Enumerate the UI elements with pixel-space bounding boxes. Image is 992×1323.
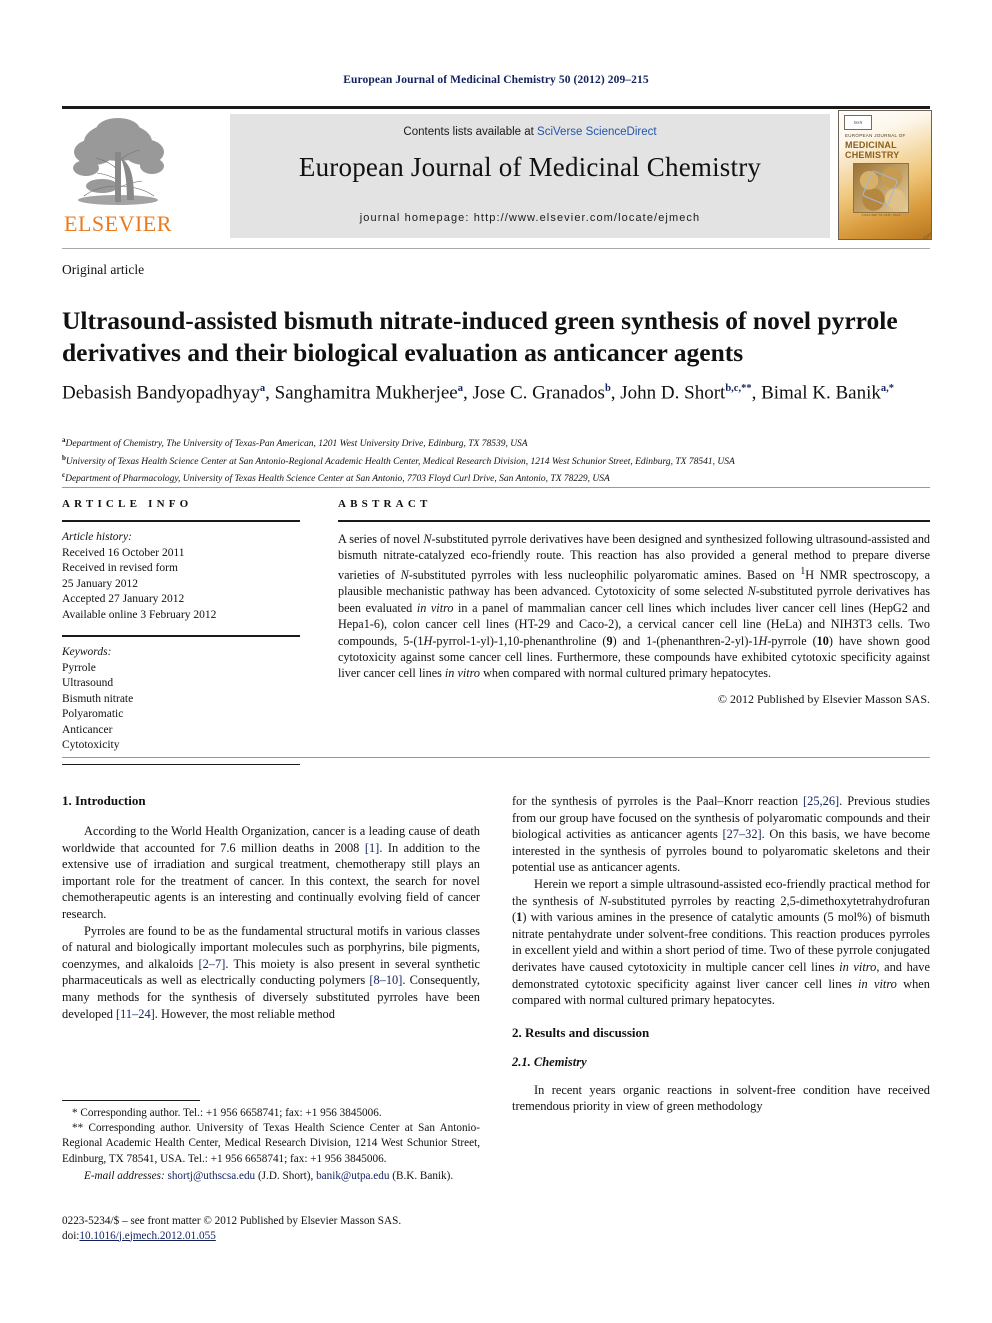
- affiliation-item: cDepartment of Pharmacology, University …: [62, 469, 942, 487]
- body-column-right: for the synthesis of pyrroles is the Paa…: [512, 793, 930, 1115]
- front-matter-line: 0223-5234/$ – see front matter © 2012 Pu…: [62, 1215, 402, 1227]
- intro-paragraph-2: Pyrroles are found to be as the fundamen…: [62, 923, 480, 1021]
- imprint-block: 0223-5234/$ – see front matter © 2012 Pu…: [62, 1214, 492, 1243]
- keyword-item: Cytotoxicity: [62, 739, 120, 751]
- chemistry-paragraph-1: In recent years organic reactions in sol…: [512, 1082, 930, 1114]
- article-info-rule: [62, 520, 300, 522]
- body-column-left: 1. Introduction According to the World H…: [62, 793, 480, 1022]
- email-addresses-label: E-mail addresses:: [84, 1169, 165, 1182]
- abstract-text: A series of novel N-substituted pyrrole …: [338, 532, 931, 681]
- email-link-banik[interactable]: banik@utpa.edu: [316, 1170, 389, 1182]
- cover-journal-name: MEDICINAL CHEMISTRY: [845, 140, 925, 160]
- abstract-heading: ABSTRACT: [338, 498, 432, 510]
- keyword-item: Ultrasound: [62, 677, 114, 689]
- cover-journal-kicker: EUROPEAN JOURNAL OF: [845, 133, 906, 138]
- heading-chemistry: 2.1. Chemistry: [512, 1054, 587, 1069]
- footnote-corresponding-author-1: * Corresponding author. Tel.: +1 956 665…: [72, 1107, 382, 1119]
- keyword-item: Pyrrole: [62, 661, 96, 674]
- cover-artwork-caption: VOLUME 50 JAN. 2012: [861, 213, 901, 217]
- journal-cover-thumbnail[interactable]: ISSN EUROPEAN JOURNAL OF MEDICINAL CHEMI…: [838, 110, 932, 240]
- cover-journal-name-line2: CHEMISTRY: [845, 149, 900, 160]
- info-block-top-rule: [62, 487, 930, 488]
- keyword-item: Anticancer: [62, 723, 113, 736]
- doi-link[interactable]: 10.1016/j.ejmech.2012.01.055: [79, 1230, 215, 1242]
- sciencedirect-link[interactable]: SciVerse ScienceDirect: [537, 126, 657, 138]
- contents-list-line: Contents lists available at SciVerse Sci…: [230, 126, 830, 138]
- elsevier-tree-icon: [64, 112, 172, 210]
- affiliation-text: Department of Pharmacology, University o…: [65, 474, 610, 485]
- doi-line: doi:10.1016/j.ejmech.2012.01.055: [62, 1229, 492, 1244]
- article-type-label: Original article: [62, 262, 145, 277]
- footnote-corresponding-author-2: ** Corresponding author. University of T…: [62, 1122, 480, 1165]
- article-top-rule: [62, 248, 930, 249]
- history-line: Accepted 27 January 2012: [62, 593, 185, 605]
- affiliation-item: bUniversity of Texas Health Science Cent…: [62, 452, 942, 470]
- abstract-rule: [338, 520, 930, 522]
- intro-paragraph-3: for the synthesis of pyrroles is the Paa…: [512, 794, 930, 875]
- history-line: 25 January 2012: [62, 577, 139, 590]
- keywords-label: Keywords:: [62, 646, 112, 658]
- journal-homepage-line[interactable]: journal homepage: http://www.elsevier.co…: [230, 212, 830, 224]
- article-info-column: ARTICLE INFO Article history: Received 1…: [62, 498, 300, 765]
- heading-results-and-discussion: 2. Results and discussion: [512, 1024, 650, 1040]
- heading-introduction: 1. Introduction: [62, 793, 146, 808]
- masthead-gray-band: Contents lists available at SciVerse Sci…: [230, 114, 830, 238]
- keywords-bottom-rule: [62, 763, 300, 765]
- abstract-copyright: © 2012 Published by Elsevier Masson SAS.: [717, 691, 930, 706]
- email-owner-banik: (B.K. Banik).: [392, 1169, 454, 1182]
- journal-masthead: ELSEVIER Contents lists available at Sci…: [62, 106, 932, 240]
- email-owner-short: (J.D. Short),: [257, 1169, 314, 1182]
- affiliation-list: aDepartment of Chemistry, The University…: [62, 434, 942, 487]
- affiliation-item: aDepartment of Chemistry, The University…: [62, 434, 942, 452]
- keywords-list: Keywords: Pyrrole Ultrasound Bismuth nit…: [62, 645, 300, 754]
- cover-issn-box: ISSN: [844, 115, 872, 130]
- history-line: Received 16 October 2011: [62, 546, 185, 559]
- email-link-short[interactable]: shortj@uthscsa.edu: [167, 1170, 255, 1182]
- cover-artwork-image: [853, 163, 909, 213]
- article-history: Article history: Received 16 October 201…: [62, 530, 300, 623]
- article-info-heading: ARTICLE INFO: [62, 498, 193, 510]
- intro-paragraph-4: Herein we report a simple ultrasound-ass…: [512, 876, 930, 1008]
- page-title: Ultrasound-assisted bismuth nitrate-indu…: [62, 306, 898, 368]
- footnotes-block: * Corresponding author. Tel.: +1 956 665…: [62, 1106, 480, 1184]
- author-list: Debasish Bandyopadhyaya, Sanghamitra Muk…: [62, 382, 895, 404]
- journal-article-page: European Journal of Medicinal Chemistry …: [0, 0, 992, 1323]
- running-head: European Journal of Medicinal Chemistry …: [343, 74, 649, 86]
- footnote-separator-rule: [62, 1100, 200, 1101]
- journal-title: European Journal of Medicinal Chemistry: [298, 152, 762, 182]
- cover-journal-name-line1: MEDICINAL: [845, 140, 897, 150]
- intro-paragraph-1: According to the World Health Organizati…: [62, 824, 481, 921]
- article-history-label: Article history:: [62, 531, 132, 543]
- keywords-top-rule: [62, 635, 300, 637]
- affiliation-text: University of Texas Health Science Cente…: [65, 456, 735, 467]
- footnote-email-addresses: E-mail addresses: shortj@uthscsa.edu (J.…: [62, 1169, 480, 1184]
- history-line: Received in revised form: [62, 562, 178, 574]
- keyword-item: Bismuth nitrate: [62, 692, 134, 705]
- abstract-column: ABSTRACT A series of novel N-substituted…: [338, 498, 930, 707]
- elsevier-logo: ELSEVIER: [62, 112, 174, 238]
- info-block-bottom-rule: [62, 757, 930, 758]
- elsevier-wordmark: ELSEVIER: [64, 211, 172, 236]
- history-line: Available online 3 February 2012: [62, 608, 217, 621]
- affiliation-text: Department of Chemistry, The University …: [65, 439, 528, 450]
- keyword-item: Polyaromatic: [62, 708, 124, 720]
- cover-spine-text: ScienceDirect: [886, 228, 931, 239]
- doi-label: doi:: [62, 1229, 80, 1242]
- masthead-top-rule: [62, 106, 930, 109]
- contents-prefix: Contents lists available at: [403, 126, 538, 138]
